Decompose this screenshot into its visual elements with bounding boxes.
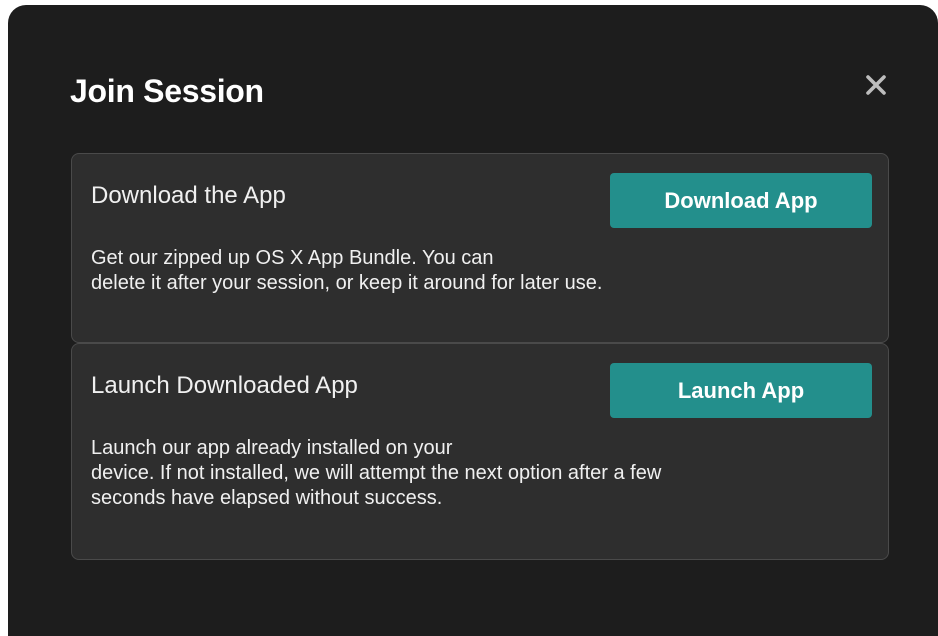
join-session-modal: Join Session Download the App Download A…: [8, 5, 938, 636]
download-app-title: Download the App: [91, 182, 286, 209]
download-app-button[interactable]: Download App: [610, 173, 872, 228]
description-line: Launch our app already installed on your: [91, 437, 453, 459]
close-button[interactable]: [856, 65, 896, 105]
modal-title: Join Session: [70, 73, 264, 109]
close-icon: [866, 75, 886, 95]
description-line: seconds have elapsed without success.: [91, 487, 443, 509]
download-app-description: Get our zipped up OS X App Bundle. You c…: [91, 246, 851, 296]
launch-app-title: Launch Downloaded App: [91, 372, 358, 399]
description-line: Get our zipped up OS X App Bundle. You c…: [91, 247, 494, 269]
launch-app-button[interactable]: Launch App: [610, 363, 872, 418]
description-line: device. If not installed, we will attemp…: [91, 462, 662, 484]
download-app-card: Download the App Download App Get our zi…: [71, 153, 889, 343]
description-line: delete it after your session, or keep it…: [91, 272, 603, 294]
launch-app-description: Launch our app already installed on your…: [91, 436, 851, 511]
launch-app-card: Launch Downloaded App Launch App Launch …: [71, 343, 889, 560]
